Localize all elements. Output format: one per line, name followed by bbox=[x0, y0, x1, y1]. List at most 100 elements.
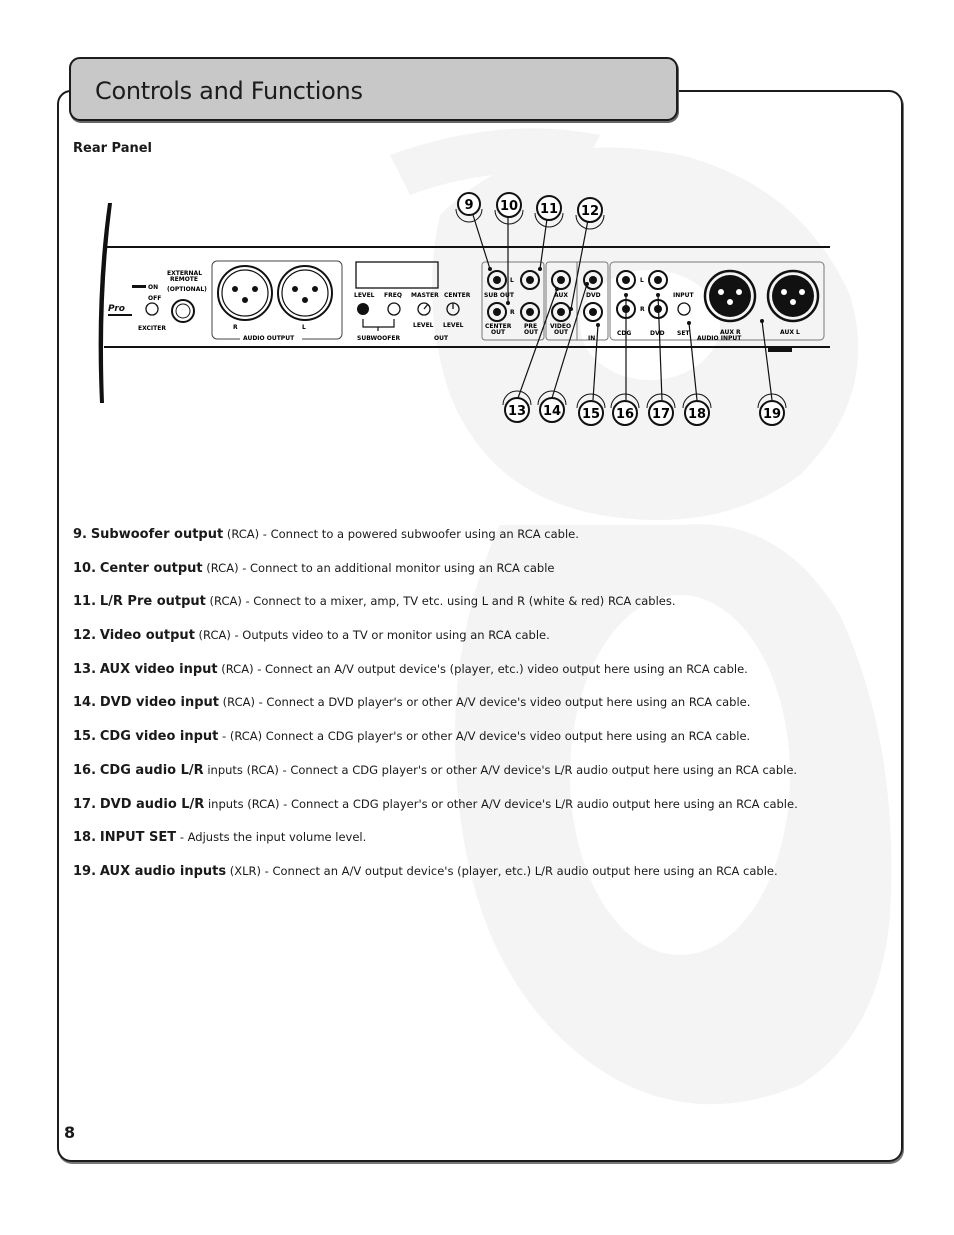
callout-13: 13 bbox=[502, 390, 532, 423]
xlr-output-l-icon bbox=[277, 265, 333, 321]
panel-foot bbox=[768, 347, 792, 352]
chassis-edge bbox=[98, 203, 112, 403]
description-item: 12. Video output (RCA) - Outputs video t… bbox=[73, 628, 893, 662]
exciter-switch-icon bbox=[132, 285, 146, 288]
item-name: DVD audio L/R bbox=[99, 796, 205, 812]
xlr-r-label: R bbox=[233, 324, 238, 331]
exciter-button-icon bbox=[145, 302, 159, 316]
pre-out-label-2: OUT bbox=[524, 329, 539, 336]
svg-text:9: 9 bbox=[464, 198, 473, 213]
center-level-label: LEVEL bbox=[443, 322, 464, 329]
exciter-label: EXCITER bbox=[138, 325, 166, 332]
item-name: INPUT SET bbox=[99, 830, 177, 846]
item-description: (RCA) - Connect to a powered subwoofer u… bbox=[223, 527, 579, 541]
item-description: (RCA) - Connect a DVD player's or other … bbox=[219, 695, 751, 710]
pre-r-label: R bbox=[510, 309, 515, 316]
svg-text:11: 11 bbox=[540, 202, 558, 217]
callout-14: 14 bbox=[537, 390, 567, 423]
description-list: 9. Subwoofer output (RCA) - Connect to a… bbox=[73, 527, 893, 898]
brand-logo: Pro bbox=[108, 304, 125, 314]
level-label: LEVEL bbox=[354, 292, 375, 299]
freq-label: FREQ bbox=[384, 292, 402, 299]
item-name: L/R Pre output bbox=[99, 594, 206, 610]
sub-freq-knob-icon bbox=[387, 302, 401, 316]
title-tab: Controls and Functions bbox=[69, 57, 678, 121]
video-out-label-2: OUT bbox=[554, 329, 569, 336]
pre-l-label: L bbox=[510, 277, 514, 284]
description-item: 10. Center output (RCA) - Connect to an … bbox=[73, 561, 893, 595]
audio-input-label: AUDIO INPUT bbox=[697, 335, 742, 342]
callout-17: 17 bbox=[646, 393, 676, 426]
item-number: 10. bbox=[73, 560, 97, 576]
svg-text:13: 13 bbox=[508, 404, 526, 419]
item-number: 12. bbox=[73, 628, 97, 644]
svg-text:19: 19 bbox=[763, 407, 781, 422]
sub-level-knob-icon bbox=[357, 303, 369, 315]
item-description: (RCA) - Connect to a mixer, amp, TV etc.… bbox=[205, 594, 676, 609]
on-label: ON bbox=[148, 284, 158, 291]
set-label: SET bbox=[677, 330, 690, 337]
off-label: OFF bbox=[148, 295, 161, 302]
item-number: 14. bbox=[73, 695, 97, 711]
svg-text:15: 15 bbox=[582, 407, 600, 422]
master-level-label: LEVEL bbox=[413, 322, 434, 329]
input-label: INPUT bbox=[673, 292, 695, 299]
item-name: Subwoofer output bbox=[90, 527, 224, 542]
description-item: 19. AUX audio inputs (XLR) - Connect an … bbox=[73, 864, 893, 898]
description-item: 17. DVD audio L/R inputs (RCA) - Connect… bbox=[73, 797, 893, 831]
item-description: - (RCA) Connect a CDG player's or other … bbox=[218, 729, 751, 744]
item-name: AUX video input bbox=[99, 661, 218, 677]
item-name: DVD video input bbox=[99, 695, 220, 711]
input-l-label: L bbox=[640, 277, 644, 284]
callout-9: 9 bbox=[455, 192, 483, 223]
center-out-label-2: OUT bbox=[491, 329, 506, 336]
svg-text:10: 10 bbox=[500, 199, 518, 214]
item-name: CDG video input bbox=[99, 729, 219, 745]
section-label: Rear Panel bbox=[73, 141, 153, 156]
svg-text:12: 12 bbox=[581, 204, 599, 219]
center-label: CENTER bbox=[444, 292, 471, 299]
optional-label: (OPTIONAL) bbox=[167, 286, 207, 293]
xlr-l-label: L bbox=[302, 324, 306, 331]
description-item: 14. DVD video input (RCA) - Connect a DV… bbox=[73, 695, 893, 729]
svg-text:16: 16 bbox=[616, 407, 634, 422]
svg-text:18: 18 bbox=[688, 407, 706, 422]
audio-output-label: AUDIO OUTPUT bbox=[243, 335, 295, 342]
remote-label: REMOTE bbox=[170, 276, 198, 283]
svg-text:14: 14 bbox=[543, 404, 561, 419]
callout-11: 11 bbox=[534, 195, 564, 228]
callout-12: 12 bbox=[575, 197, 605, 230]
out-label: OUT bbox=[434, 335, 449, 342]
cdg-label: CDG bbox=[617, 330, 631, 337]
item-name: Video output bbox=[99, 628, 195, 644]
item-number: 9. bbox=[73, 527, 87, 542]
in-label: IN bbox=[588, 335, 595, 342]
item-description: inputs (RCA) - Connect a CDG player's or… bbox=[204, 796, 798, 811]
rear-panel-diagram: Pro ON OFF EXCITER EXTERNAL REMOTE (OPTI… bbox=[98, 192, 830, 426]
item-description: inputs (RCA) - Connect a CDG player's or… bbox=[203, 762, 798, 777]
page-number: 8 bbox=[64, 1123, 76, 1142]
display-window bbox=[355, 261, 439, 289]
item-number: 11. bbox=[73, 594, 97, 610]
sub-out-label: SUB OUT bbox=[484, 292, 515, 299]
xlr-aux-r-icon bbox=[703, 269, 757, 323]
item-name: AUX audio inputs bbox=[99, 863, 227, 879]
dvd-audio-label: DVD bbox=[650, 330, 665, 337]
item-number: 19. bbox=[73, 863, 97, 879]
description-item: 11. L/R Pre output (RCA) - Connect to a … bbox=[73, 594, 893, 628]
item-description: (RCA) - Connect to an additional monitor… bbox=[202, 560, 555, 575]
callout-16: 16 bbox=[610, 393, 640, 426]
item-number: 13. bbox=[73, 661, 97, 677]
item-description: - Adjusts the input volume level. bbox=[176, 830, 367, 845]
item-description: (RCA) - Connect an A/V output device's (… bbox=[217, 661, 748, 676]
svg-text:17: 17 bbox=[652, 407, 670, 422]
dvd-video-label: DVD bbox=[586, 292, 601, 299]
item-description: (XLR) - Connect an A/V output device's (… bbox=[226, 863, 778, 878]
item-name: CDG audio L/R bbox=[99, 762, 204, 778]
description-item: 13. AUX video input (RCA) - Connect an A… bbox=[73, 662, 893, 696]
callout-15: 15 bbox=[576, 393, 606, 426]
description-item: 18. INPUT SET - Adjusts the input volume… bbox=[73, 830, 893, 864]
page-title: Controls and Functions bbox=[95, 77, 363, 105]
item-number: 18. bbox=[73, 830, 97, 846]
input-set-knob-icon bbox=[677, 302, 691, 316]
